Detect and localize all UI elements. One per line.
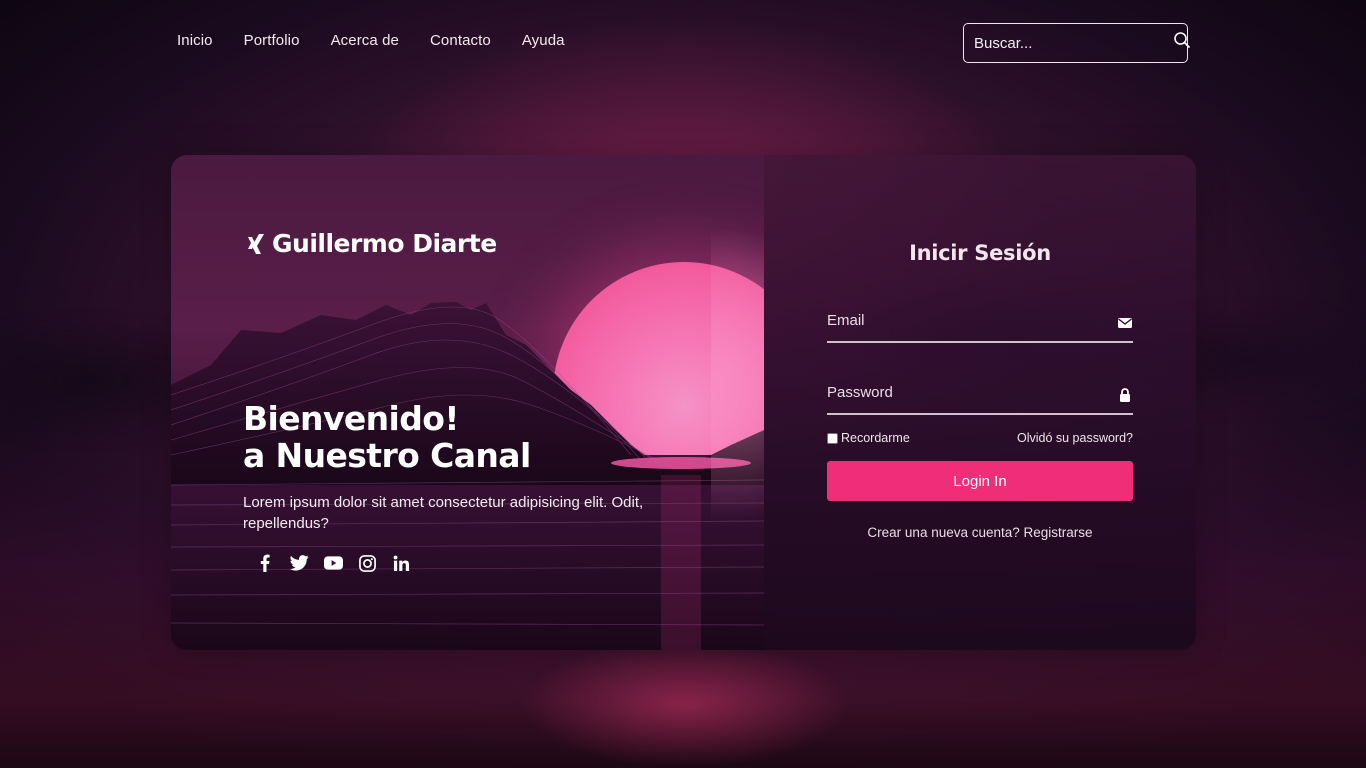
email-field[interactable]: Email [827, 309, 1133, 343]
password-label: Password [827, 384, 893, 401]
remember-label: Recordarme [841, 431, 910, 445]
nav-item-ayuda[interactable]: Ayuda [522, 32, 565, 49]
login-title: Inicir Sesión [909, 241, 1051, 265]
nav-item-acerca-de[interactable]: Acerca de [331, 32, 399, 49]
forgot-password-link[interactable]: Olvidó su password? [1017, 431, 1133, 445]
nav-item-contacto[interactable]: Contacto [430, 32, 491, 49]
xing-icon [246, 232, 266, 256]
hero-line-2: a Nuestro Canal [243, 436, 531, 475]
search-input[interactable] [974, 34, 1173, 52]
login-card: Guillermo Diarte Bienvenido! a Nuestro C… [171, 155, 1196, 650]
social-links [255, 553, 411, 573]
twitter-icon[interactable] [289, 553, 309, 573]
instagram-icon[interactable] [357, 553, 377, 573]
email-label: Email [827, 312, 865, 329]
facebook-icon[interactable] [255, 553, 275, 573]
remember-checkbox[interactable] [827, 432, 838, 444]
remember-option: Recordarme [827, 431, 910, 445]
hero-description: Lorem ipsum dolor sit amet consectetur a… [243, 494, 644, 532]
youtube-icon[interactable] [323, 553, 343, 573]
search-box [963, 23, 1191, 63]
background-glow [520, 640, 850, 768]
mail-icon [1117, 315, 1133, 331]
brand: Guillermo Diarte [246, 229, 497, 258]
login-button[interactable]: Login In [827, 461, 1133, 501]
hero-panel: Guillermo Diarte Bienvenido! a Nuestro C… [171, 155, 764, 650]
password-field[interactable]: Password [827, 381, 1133, 415]
hero-heading: Bienvenido! a Nuestro Canal [243, 400, 531, 474]
search-icon[interactable] [1173, 31, 1191, 49]
remember-row: Recordarme Olvidó su password? [827, 431, 1133, 445]
hero-line-1: Bienvenido! [243, 399, 459, 438]
sun-glow [711, 215, 764, 535]
nav-item-inicio[interactable]: Inicio [177, 32, 213, 49]
nav-item-portfolio[interactable]: Portfolio [244, 32, 300, 49]
register-link[interactable]: Crear una nueva cuenta? Registrarse [764, 525, 1196, 540]
linkedin-icon[interactable] [391, 553, 411, 573]
lock-icon [1117, 387, 1133, 403]
top-nav: Inicio Portfolio Acerca de Contacto Ayud… [177, 32, 596, 49]
brand-name: Guillermo Diarte [272, 229, 497, 258]
login-panel: Inicir Sesión Email Password Recordarme … [764, 155, 1196, 650]
